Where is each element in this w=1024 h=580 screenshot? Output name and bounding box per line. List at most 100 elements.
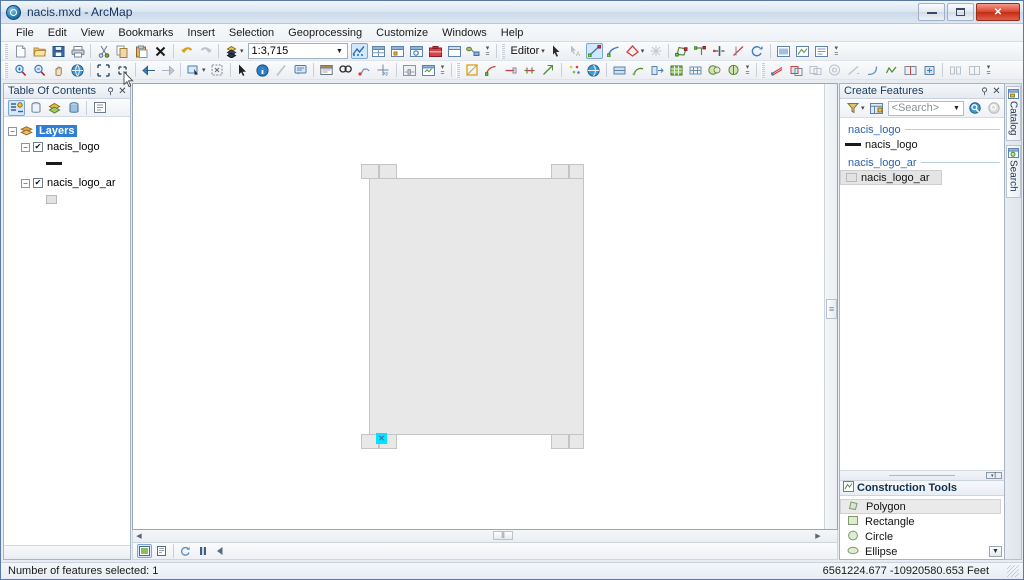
toolbar-overflow-button[interactable] bbox=[484, 43, 492, 59]
topology-edit-tool-icon[interactable] bbox=[483, 62, 500, 78]
menu-edit[interactable]: Edit bbox=[41, 25, 74, 41]
fixed-zoom-in-icon[interactable] bbox=[95, 62, 112, 78]
toc-layer-nacis-logo-ar[interactable]: − nacis_logo_ar bbox=[8, 175, 130, 191]
undo-icon[interactable] bbox=[178, 43, 195, 59]
selected-vertex[interactable] bbox=[376, 433, 387, 444]
pan-icon[interactable] bbox=[50, 62, 67, 78]
measure-icon[interactable] bbox=[273, 62, 290, 78]
dock-tab-catalog[interactable]: Catalog bbox=[1005, 86, 1021, 142]
menu-help[interactable]: Help bbox=[494, 25, 531, 41]
construction-tool-ellipse[interactable]: Ellipse bbox=[840, 544, 1004, 559]
topology-toolbar-grip[interactable] bbox=[455, 62, 460, 78]
extend-tool-icon[interactable] bbox=[845, 62, 862, 78]
map-horizontal-scrollbar[interactable]: ◀ ▶ bbox=[132, 530, 838, 543]
scale-input[interactable]: 1:3,715 ▼ bbox=[247, 43, 348, 59]
sketch-properties-icon[interactable] bbox=[794, 43, 811, 59]
select-elements-icon[interactable] bbox=[235, 62, 252, 78]
zoom-in-icon[interactable] bbox=[12, 62, 29, 78]
redo-icon[interactable] bbox=[197, 43, 214, 59]
toolbar-overflow-button[interactable] bbox=[985, 62, 993, 78]
toolbar-overflow-button[interactable] bbox=[832, 43, 840, 59]
identify-icon[interactable] bbox=[254, 62, 271, 78]
pin-icon[interactable]: ⚲ bbox=[105, 85, 116, 97]
validate-topology-icon[interactable] bbox=[566, 62, 583, 78]
refresh-icon[interactable] bbox=[178, 544, 193, 558]
select-features-icon[interactable] bbox=[185, 62, 202, 78]
straight-segment-tool-icon[interactable] bbox=[585, 43, 603, 59]
organize-templates-icon[interactable] bbox=[868, 100, 885, 116]
menu-selection[interactable]: Selection bbox=[222, 25, 281, 41]
attributes-window-icon[interactable] bbox=[775, 43, 792, 59]
feature-templates-list[interactable]: nacis_logo nacis_logo nacis_logo_ar naci… bbox=[123, 71, 1004, 470]
grid-icon[interactable] bbox=[687, 62, 704, 78]
construction-tool-rectangle[interactable]: Rectangle bbox=[840, 514, 1004, 529]
hyperlink-icon[interactable] bbox=[292, 62, 309, 78]
fillet-tool-icon[interactable] bbox=[864, 62, 881, 78]
collapse-icon[interactable]: − bbox=[21, 178, 30, 188]
layer-visibility-checkbox[interactable] bbox=[33, 178, 43, 188]
options-icon[interactable] bbox=[91, 100, 108, 116]
html-popup-icon[interactable] bbox=[318, 62, 335, 78]
chevron-down-icon[interactable]: ▾ bbox=[202, 66, 206, 74]
copy-icon[interactable] bbox=[114, 43, 131, 59]
editor-menu-button[interactable]: Editor bbox=[508, 45, 543, 57]
snapping-icon[interactable] bbox=[647, 43, 664, 59]
attribute-transfer-icon[interactable] bbox=[649, 62, 666, 78]
toolbar-overflow-button[interactable] bbox=[439, 62, 447, 78]
dock-tab-search[interactable]: Search bbox=[1005, 145, 1021, 199]
create-features-advanced-icon[interactable] bbox=[921, 62, 938, 78]
chevron-down-icon[interactable]: ▾ bbox=[240, 47, 244, 55]
cut-icon[interactable] bbox=[95, 43, 112, 59]
delete-icon[interactable] bbox=[152, 43, 169, 59]
close-icon[interactable]: ✕ bbox=[991, 85, 1002, 97]
catalog-window-icon[interactable] bbox=[389, 43, 406, 59]
table-of-contents-icon[interactable] bbox=[370, 43, 387, 59]
maximize-button[interactable] bbox=[947, 3, 974, 21]
collapse-icon[interactable]: − bbox=[8, 126, 17, 136]
go-to-xy-icon[interactable]: xy bbox=[375, 62, 392, 78]
construction-tool-polygon[interactable]: Polygon bbox=[840, 499, 1001, 514]
resize-grip[interactable] bbox=[1007, 565, 1019, 577]
divide-icon[interactable] bbox=[966, 62, 983, 78]
previous-extent-icon[interactable] bbox=[140, 62, 157, 78]
chevron-down-icon[interactable]: ▼ bbox=[989, 546, 1002, 557]
editor-toolbar-grip[interactable] bbox=[500, 43, 505, 59]
toc-root-layers[interactable]: − Layers bbox=[8, 123, 130, 139]
construct-tool-icon[interactable] bbox=[624, 43, 641, 59]
list-by-visibility-icon[interactable] bbox=[46, 100, 63, 116]
scroll-right-arrow[interactable]: ▶ bbox=[813, 531, 823, 540]
chevron-down-icon[interactable]: ▼ bbox=[333, 44, 347, 58]
chevron-down-icon[interactable]: ▾ bbox=[861, 104, 865, 112]
open-icon[interactable] bbox=[31, 43, 48, 59]
chevron-down-icon[interactable]: ▾ bbox=[541, 47, 545, 55]
model-builder-icon[interactable] bbox=[465, 43, 482, 59]
reshape-feature-icon[interactable] bbox=[692, 43, 709, 59]
toc-layer-nacis-logo[interactable]: − nacis_logo bbox=[8, 139, 130, 155]
template-item-nacis-logo-ar[interactable]: nacis_logo_ar bbox=[840, 170, 942, 185]
python-window-icon[interactable] bbox=[446, 43, 463, 59]
swipe-icon[interactable] bbox=[725, 62, 742, 78]
rotate-tool-icon[interactable] bbox=[749, 43, 766, 59]
merge-icon[interactable] bbox=[947, 62, 964, 78]
map-horizontal-scroll-thumb[interactable] bbox=[493, 531, 513, 540]
list-by-selection-icon[interactable] bbox=[65, 100, 82, 116]
create-features-window-icon[interactable] bbox=[813, 43, 830, 59]
copy-parallel-icon[interactable] bbox=[769, 62, 786, 78]
search-input[interactable]: <Search> ▼ bbox=[887, 100, 964, 116]
find-route-icon[interactable] bbox=[356, 62, 373, 78]
panel-splitter[interactable]: ▾⫿ bbox=[840, 470, 1004, 480]
construction-tools-list[interactable]: Polygon Rectangle Circle Ellipse ▼ bbox=[840, 496, 1004, 559]
new-map-icon[interactable] bbox=[12, 43, 29, 59]
clip-icon[interactable] bbox=[788, 62, 805, 78]
collapse-icon[interactable]: − bbox=[21, 142, 30, 152]
modify-edge-icon[interactable] bbox=[502, 62, 519, 78]
close-button[interactable]: ✕ bbox=[976, 3, 1020, 21]
editor-toolbar-icon[interactable] bbox=[350, 43, 368, 59]
clear-search-icon[interactable] bbox=[986, 100, 1003, 116]
georeferencing-icon[interactable] bbox=[611, 62, 628, 78]
effects-icon[interactable] bbox=[706, 62, 723, 78]
spatial-adjustment-icon[interactable] bbox=[630, 62, 647, 78]
chevron-down-icon[interactable]: ▾ bbox=[641, 47, 645, 55]
menu-bookmarks[interactable]: Bookmarks bbox=[111, 25, 180, 41]
split-tool-icon[interactable] bbox=[730, 43, 747, 59]
